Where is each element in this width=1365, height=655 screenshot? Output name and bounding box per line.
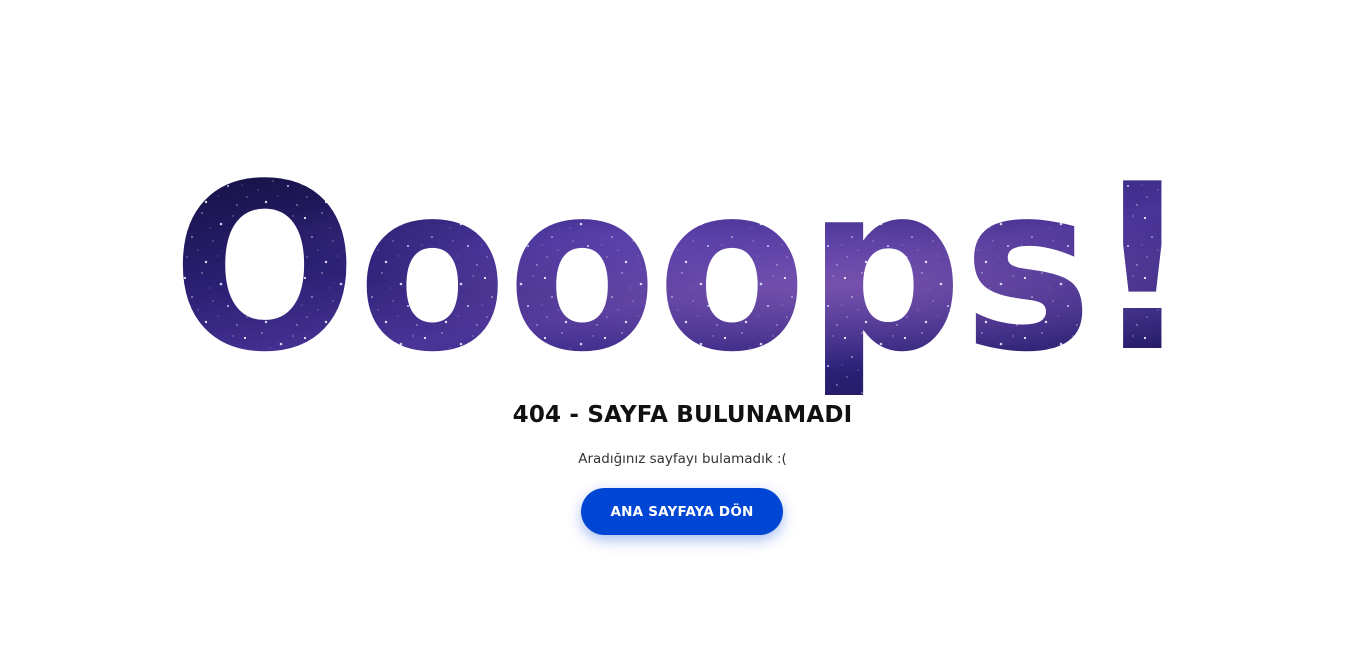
error-page: Oooops! 404 - SAYFA BULUNAMADI Aradığını… bbox=[0, 0, 1365, 655]
error-title: 404 - SAYFA BULUNAMADI bbox=[512, 402, 853, 428]
oops-graphic: Oooops! bbox=[172, 150, 1192, 395]
error-message: Aradığınız sayfayı bulamadık :( bbox=[578, 451, 787, 467]
home-button[interactable]: ANA SAYFAYA DÖN bbox=[581, 488, 783, 535]
oops-hero: Oooops! bbox=[0, 150, 1365, 395]
